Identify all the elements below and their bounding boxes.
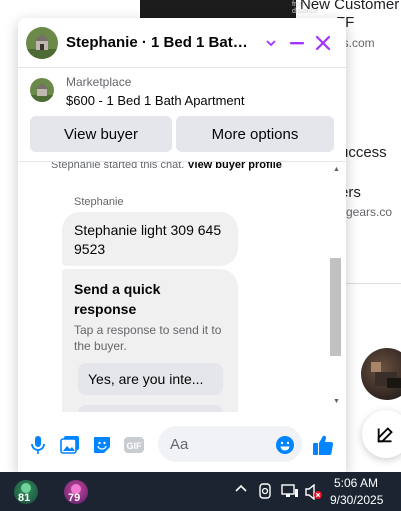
app-badge-1: 81 (18, 492, 31, 504)
quick-response-card: Send a quick response Tap a response to … (62, 269, 238, 412)
quick-response-option[interactable] (78, 405, 223, 412)
chevron-up-icon[interactable] (234, 482, 248, 499)
avatar-image (371, 362, 401, 388)
listing-panel: Marketplace $600 - 1 Bed 1 Bath Apartmen… (18, 68, 346, 162)
chat-start-notice: Stephanie started this chat. View buyer … (51, 162, 282, 171)
contact-avatar[interactable] (361, 348, 401, 400)
bg-divider (340, 283, 401, 284)
emoji-icon[interactable] (274, 434, 296, 456)
quick-response-option[interactable]: Yes, are you inte... (78, 363, 223, 395)
network-icon[interactable] (281, 484, 299, 501)
chat-header[interactable]: Stephanie · 1 Bed 1 Bath A... (18, 18, 346, 68)
chat-start-text: Stephanie started this chat. (51, 162, 185, 171)
message-scrollbar[interactable]: ▲ ▼ (328, 162, 344, 412)
chevron-down-icon[interactable] (258, 30, 284, 56)
chat-window: Stephanie · 1 Bed 1 Bath A... Marketplac… (18, 18, 346, 472)
taskbar: 81 79 5:06 AM 9/30/2025 (0, 472, 401, 511)
sticker-icon[interactable] (91, 434, 113, 456)
clock-date[interactable]: 9/30/2025 (330, 493, 383, 507)
thumbs-up-icon[interactable] (312, 434, 334, 456)
clock-time[interactable]: 5:06 AM (334, 476, 378, 490)
scroll-up-icon[interactable]: ▲ (333, 166, 340, 173)
photo-icon[interactable] (59, 434, 81, 456)
minimize-icon[interactable] (284, 30, 310, 56)
listing-source: Marketplace (66, 75, 132, 89)
message-bubble: Stephanie light 309 645 9523 (62, 212, 238, 266)
quick-response-subtitle: Tap a response to send it to the buyer. (74, 323, 222, 353)
camera-icon[interactable] (258, 483, 272, 502)
volume-muted-icon[interactable] (305, 483, 323, 503)
listing-thumbnail[interactable] (26, 26, 58, 59)
bg-text-4[interactable]: uccess (340, 144, 387, 161)
app-badge-2: 79 (68, 492, 81, 504)
view-buyer-button[interactable]: View buyer (30, 116, 172, 152)
bg-text-1[interactable]: New Customer (300, 0, 399, 13)
chat-title[interactable]: Stephanie · 1 Bed 1 Bath A... (66, 34, 256, 51)
bg-text-7: ygears.co (340, 205, 393, 219)
compose-icon (377, 427, 393, 443)
quick-response-title: Send a quick response (74, 281, 161, 317)
listing-photo[interactable] (30, 78, 54, 102)
scrollbar-thumb[interactable] (330, 258, 341, 356)
more-options-button[interactable]: More options (176, 116, 334, 152)
close-icon[interactable] (310, 30, 336, 56)
new-message-button[interactable] (362, 410, 401, 458)
microphone-icon[interactable] (27, 434, 49, 456)
background-banner: from a distance ↖ (140, 0, 318, 20)
view-buyer-profile-link[interactable]: View buyer profile (187, 162, 282, 171)
scroll-down-icon[interactable]: ▼ (333, 398, 340, 405)
message-list: Stephanie started this chat. View buyer … (18, 162, 331, 412)
gif-icon[interactable]: GIF (123, 434, 145, 456)
house-photo-icon (30, 78, 54, 102)
svg-text:GIF: GIF (127, 441, 143, 451)
house-photo-icon (26, 26, 58, 59)
sender-name: Stephanie (74, 196, 124, 208)
composer: GIF (18, 422, 346, 472)
listing-title[interactable]: $600 - 1 Bed 1 Bath Apartment (66, 93, 245, 108)
